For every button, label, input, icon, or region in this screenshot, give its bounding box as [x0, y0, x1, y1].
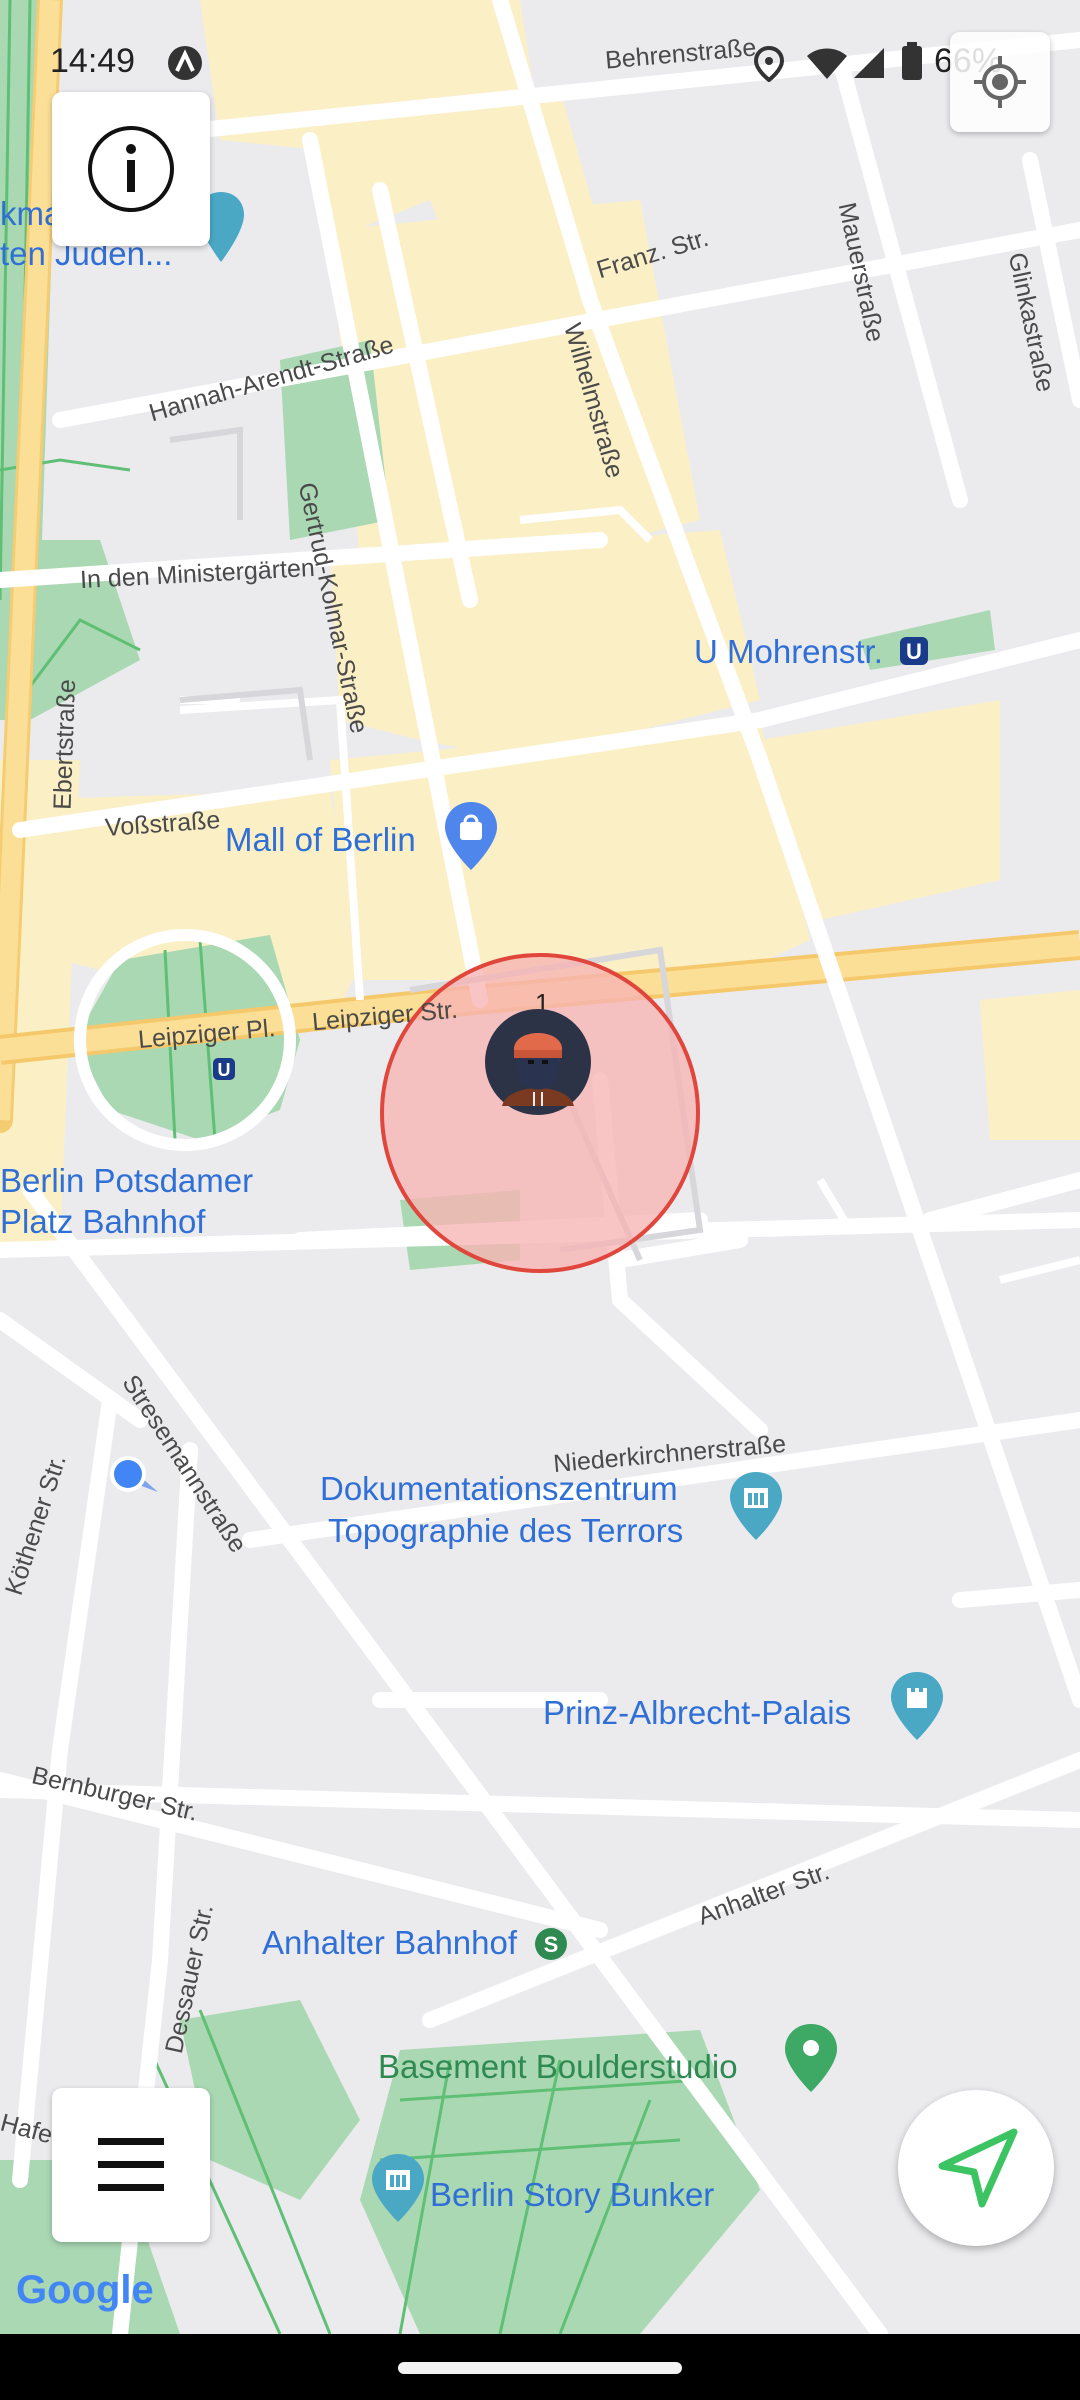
google-attribution: Google — [16, 2268, 154, 2312]
svg-text:U: U — [218, 1060, 231, 1080]
museum-pin-icon[interactable] — [370, 2152, 426, 2224]
sbahn-icon[interactable]: S — [533, 1926, 569, 1962]
museum-pin-icon[interactable] — [728, 1470, 784, 1542]
system-navigation-bar — [0, 2334, 1080, 2400]
wifi-icon — [807, 48, 847, 79]
street-label: Ebertstraße — [48, 678, 82, 811]
user-location-icon — [110, 1456, 158, 1492]
poi-label-u-mohrenstr[interactable]: U Mohrenstr. — [694, 633, 883, 671]
navigate-button[interactable] — [898, 2090, 1054, 2246]
hamburger-menu-icon — [98, 2138, 164, 2191]
home-gesture-handle[interactable] — [398, 2362, 682, 2374]
castle-pin-icon[interactable] — [889, 1670, 945, 1742]
menu-button[interactable] — [52, 2088, 210, 2242]
battery-icon — [902, 42, 922, 80]
svg-text:S: S — [544, 1932, 559, 1957]
location-pin-icon[interactable] — [783, 2022, 839, 2094]
poi-label-topographie[interactable]: Dokumentationszentrum — [320, 1470, 678, 1508]
my-location-button[interactable] — [950, 32, 1050, 132]
poi-label-topographie-line2[interactable]: Topographie des Terrors — [328, 1512, 683, 1550]
status-time: 14:49 — [50, 42, 136, 80]
info-icon — [88, 126, 174, 212]
svg-text:U: U — [906, 639, 922, 664]
navigation-arrow-icon — [938, 2128, 1018, 2208]
poi-label-berlin-story-bunker[interactable]: Berlin Story Bunker — [430, 2176, 714, 2214]
cellular-signal-icon — [854, 48, 884, 78]
shopping-bag-pin-icon[interactable] — [443, 800, 499, 872]
poi-label-basement-boulderstudio[interactable]: Basement Boulderstudio — [378, 2048, 738, 2086]
poi-label-anhalter-bahnhof[interactable]: Anhalter Bahnhof — [262, 1924, 517, 1962]
my-location-icon — [974, 56, 1026, 108]
poi-label-potsdamer-platz-line2[interactable]: Platz Bahnhof — [0, 1203, 205, 1241]
hooded-figure-avatar-icon[interactable] — [484, 1008, 592, 1116]
poi-label-mall-of-berlin[interactable]: Mall of Berlin — [225, 821, 416, 859]
poi-label-prinz-albrecht-palais[interactable]: Prinz-Albrecht-Palais — [543, 1694, 851, 1732]
location-status-icon — [754, 46, 784, 82]
info-button[interactable] — [52, 92, 210, 246]
poi-label-potsdamer-platz[interactable]: Berlin Potsdamer — [0, 1162, 253, 1200]
app-notification-icon — [168, 46, 202, 80]
